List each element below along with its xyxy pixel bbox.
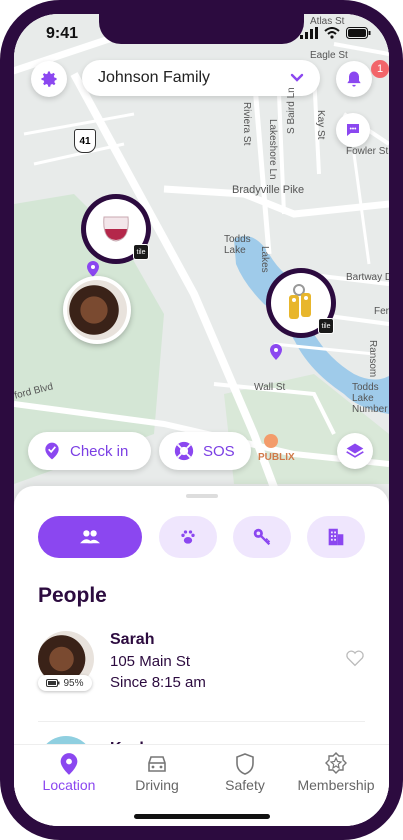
battery-badge: 95% — [38, 675, 92, 691]
keys-icon — [289, 284, 311, 319]
people-icon — [80, 530, 100, 544]
location-pin-small-icon — [270, 344, 282, 360]
map-label-bradyville: Bradyville Pike — [232, 184, 305, 196]
section-title: People — [38, 584, 107, 607]
check-pin-icon — [45, 442, 59, 460]
divider — [38, 721, 365, 722]
app-screen: 9:41 Johnson Family 1 Atlas St Eagle St … — [14, 14, 389, 826]
wifi-icon — [324, 27, 340, 39]
map-label-riviera: Riviera St — [241, 102, 252, 146]
tab-label: Location — [42, 777, 96, 793]
lifebuoy-icon — [174, 441, 194, 461]
map-label-ferv: Ferv — [374, 306, 389, 317]
segment-places[interactable] — [307, 516, 365, 558]
tab-driving[interactable]: Driving — [110, 751, 204, 793]
person-name: Sarah — [110, 631, 155, 648]
segment-pets[interactable] — [159, 516, 217, 558]
person-since: Since 8:15 am — [110, 674, 206, 691]
phone-frame: 9:41 Johnson Family 1 Atlas St Eagle St … — [0, 0, 403, 840]
bell-icon — [347, 71, 361, 87]
family-selector[interactable]: Johnson Family — [82, 60, 320, 96]
notification-badge: 1 — [371, 60, 389, 78]
tab-label: Membership — [297, 777, 375, 793]
map-label-lakes: Lakes — [259, 246, 270, 273]
sheet-handle[interactable] — [186, 494, 218, 498]
family-name: Johnson Family — [98, 69, 211, 86]
map-label-ransom: Ransom — [367, 340, 378, 378]
chevron-down-icon — [290, 73, 304, 82]
map-label-eagle: Eagle St — [310, 50, 348, 61]
item-marker-keys[interactable]: tile — [266, 268, 336, 338]
chat-icon — [347, 124, 359, 136]
tab-location[interactable]: Location — [22, 751, 116, 793]
person-marker-sarah[interactable] — [63, 276, 131, 344]
map-view[interactable]: 9:41 Johnson Family 1 Atlas St Eagle St … — [14, 14, 389, 514]
signal-icon — [300, 27, 318, 39]
gear-icon — [41, 71, 57, 87]
settings-button[interactable] — [31, 61, 67, 97]
star-badge-icon — [325, 752, 347, 774]
map-label-s-baird: S Baird Ln — [286, 87, 297, 134]
map-label-todds-lake-number: Todds Lake Number 1 — [352, 382, 388, 415]
tab-membership[interactable]: Membership — [286, 751, 386, 793]
location-pin-small-icon — [87, 261, 99, 277]
battery-icon — [46, 679, 60, 687]
avatar — [67, 280, 127, 340]
check-in-button[interactable]: Check in — [28, 432, 151, 470]
tab-label: Driving — [135, 777, 179, 793]
tile-badge: tile — [318, 318, 334, 334]
shield-icon — [236, 753, 254, 775]
sos-button[interactable]: SOS — [159, 432, 251, 470]
messages-button[interactable] — [336, 113, 370, 147]
sos-label: SOS — [203, 442, 235, 460]
map-label-wall: Wall St — [254, 382, 286, 393]
map-layers-button[interactable] — [337, 433, 373, 469]
map-label-bartway: Bartway D — [346, 272, 389, 283]
person-address: 105 Main St — [110, 653, 191, 670]
status-time: 9:41 — [46, 25, 79, 42]
status-icons — [300, 27, 371, 39]
map-label-kay: Kay St — [315, 110, 326, 140]
location-pin-icon — [60, 753, 78, 775]
heart-icon[interactable] — [345, 649, 365, 667]
segment-people[interactable] — [38, 516, 142, 558]
home-indicator — [134, 814, 270, 819]
map-label-fowler: Fowler St — [346, 146, 389, 157]
layers-icon — [346, 443, 364, 458]
check-in-label: Check in — [70, 442, 129, 460]
map-label-publix: PUBLIX — [258, 452, 295, 463]
key-icon — [253, 528, 271, 546]
cup-icon — [103, 216, 129, 242]
store-icon — [264, 434, 278, 448]
person-row-sarah[interactable]: 95% Sarah 105 Main St Since 8:15 am — [38, 631, 365, 709]
map-label-todds-lake: Todds Lake — [224, 234, 251, 256]
map-label-lakeshore: Lakeshore Ln — [267, 119, 278, 180]
map-label-atlas: Atlas St — [310, 16, 345, 27]
segment-items[interactable] — [233, 516, 291, 558]
notifications-button[interactable] — [336, 61, 372, 97]
item-marker-cup[interactable]: tile — [81, 194, 151, 264]
device-notch — [99, 14, 304, 44]
tab-bar: Location Driving Safety Membership — [14, 744, 389, 826]
tab-label: Safety — [225, 777, 265, 793]
highway-shield: 41 — [74, 129, 96, 153]
building-icon — [328, 528, 344, 546]
paw-icon — [181, 530, 195, 544]
tile-badge: tile — [133, 244, 149, 260]
car-icon — [148, 756, 166, 772]
battery-icon — [346, 27, 371, 39]
battery-percent: 95% — [63, 677, 84, 689]
tab-safety[interactable]: Safety — [198, 751, 292, 793]
